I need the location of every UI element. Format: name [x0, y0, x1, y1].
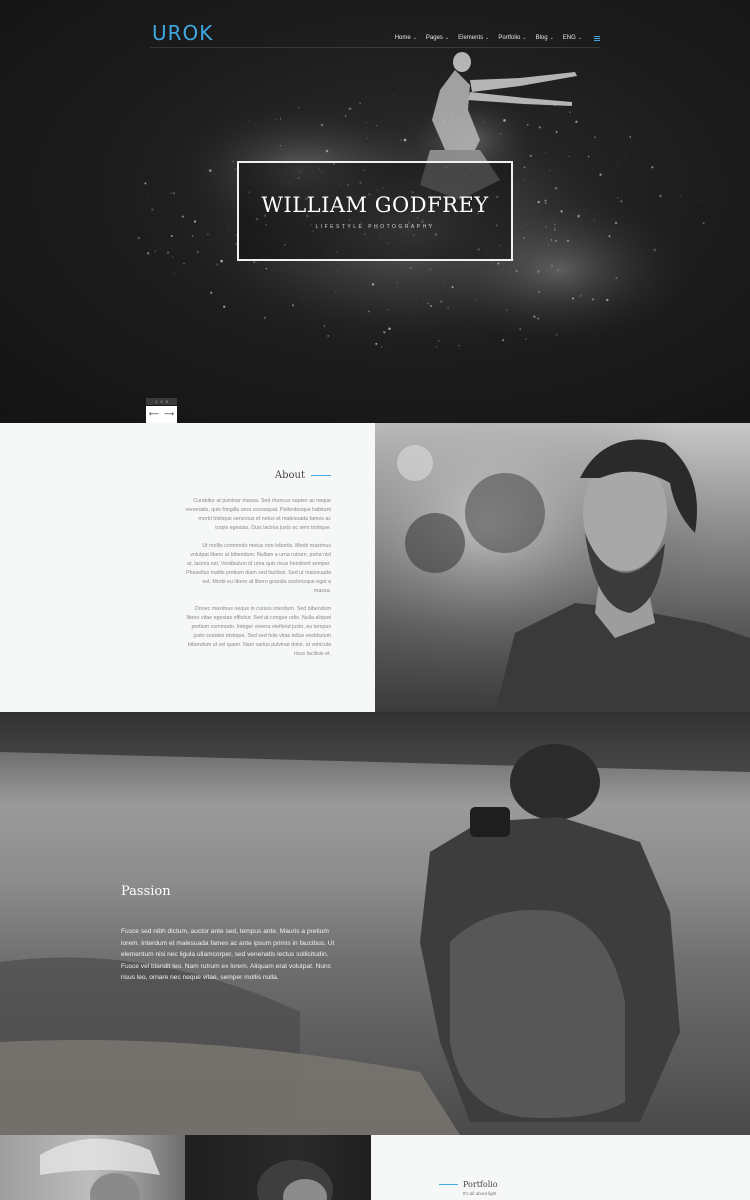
- nav-item-elements[interactable]: Elements ⌄: [458, 34, 489, 42]
- portfolio-thumbnail-hat[interactable]: [0, 1135, 185, 1200]
- nav-item-home[interactable]: Home ⌄: [395, 34, 417, 42]
- nav-menu: Home ⌄ Pages ⌄ Elements ⌄ Portfolio ⌄ Blog ⌄ …: [395, 34, 600, 42]
- portfolio-title: Portfolio: [463, 1180, 498, 1189]
- accent-line: [311, 475, 331, 476]
- about-section: About Curabitur at pulvinar massa. Sed r…: [0, 423, 375, 712]
- bearded-man-portrait-image: [375, 423, 750, 712]
- chevron-down-icon: ⌄: [485, 35, 490, 41]
- hamburger-menu-icon[interactable]: [594, 35, 600, 41]
- site-logo[interactable]: UROK: [152, 22, 213, 44]
- nav-item-label: Blog: [535, 35, 548, 41]
- nav-item-language[interactable]: ENG ⌄: [563, 34, 582, 42]
- nav-item-blog[interactable]: Blog ⌄: [536, 34, 554, 42]
- hero-section: UROK Home ⌄ Pages ⌄ Elements ⌄ Portfolio ⌄ B…: [0, 0, 750, 423]
- hero-title-box: WILLIAM GODFREY LIFESTYLE PHOTOGRAPHY: [237, 161, 513, 261]
- arrow-left-icon[interactable]: ⟵: [149, 411, 159, 419]
- passion-text: Fusce sed nibh dictum, auctor ante sed, …: [121, 928, 335, 981]
- nav-item-label: Elements: [458, 35, 484, 41]
- nav-item-label: Home: [394, 35, 411, 41]
- slider-arrows: ⟵ ⟶: [146, 406, 177, 423]
- chevron-down-icon: ⌄: [412, 35, 417, 41]
- chevron-down-icon: ⌄: [444, 35, 450, 41]
- passion-section: Passion Fusce sed nibh dictum, auctor an…: [0, 712, 750, 1135]
- nav-item-label: ENG: [562, 35, 576, 41]
- portfolio-subtitle: It's all about light: [463, 1191, 497, 1196]
- chevron-down-icon: ⌄: [522, 35, 527, 41]
- slider-pagination: 1 2 3: [146, 398, 177, 405]
- about-paragraph: Curabitur at pulvinar massa. Sed rhoncus…: [185, 498, 331, 531]
- about-title: About: [274, 470, 305, 481]
- hero-title: WILLIAM GODFREY: [261, 193, 489, 217]
- nav-item-label: Pages: [425, 35, 443, 41]
- slider-page-3[interactable]: 3: [166, 399, 168, 404]
- photographer-background-image: [0, 712, 750, 1135]
- about-paragraph: Donec maximus neque in cursus interdum. …: [186, 606, 331, 657]
- passion-title: Passion: [121, 884, 171, 899]
- accent-line: [439, 1184, 458, 1185]
- slider-page-2[interactable]: 2: [160, 399, 162, 404]
- chevron-down-icon: ⌄: [577, 35, 582, 41]
- about-paragraph: Ut mollis commodo metus non lobortis. Mo…: [186, 543, 331, 594]
- nav-item-pages[interactable]: Pages ⌄: [426, 34, 449, 42]
- nav-item-portfolio[interactable]: Portfolio ⌄: [498, 34, 526, 42]
- portfolio-section: Portfolio It's all about light: [371, 1135, 750, 1200]
- about-text: Curabitur at pulvinar massa. Sed rhoncus…: [185, 497, 331, 668]
- portfolio-heading: Portfolio: [439, 1180, 498, 1189]
- hero-subtitle: LIFESTYLE PHOTOGRAPHY: [315, 224, 435, 230]
- chevron-down-icon: ⌄: [549, 35, 554, 41]
- nav-item-label: Portfolio: [498, 35, 521, 41]
- main-navigation: UROK Home ⌄ Pages ⌄ Elements ⌄ Portfolio ⌄ B…: [150, 22, 600, 48]
- portfolio-thumbnail-woman[interactable]: [185, 1135, 371, 1200]
- about-heading: About: [275, 470, 331, 481]
- slider-page-1[interactable]: 1: [155, 399, 157, 404]
- arrow-right-icon[interactable]: ⟶: [164, 411, 174, 419]
